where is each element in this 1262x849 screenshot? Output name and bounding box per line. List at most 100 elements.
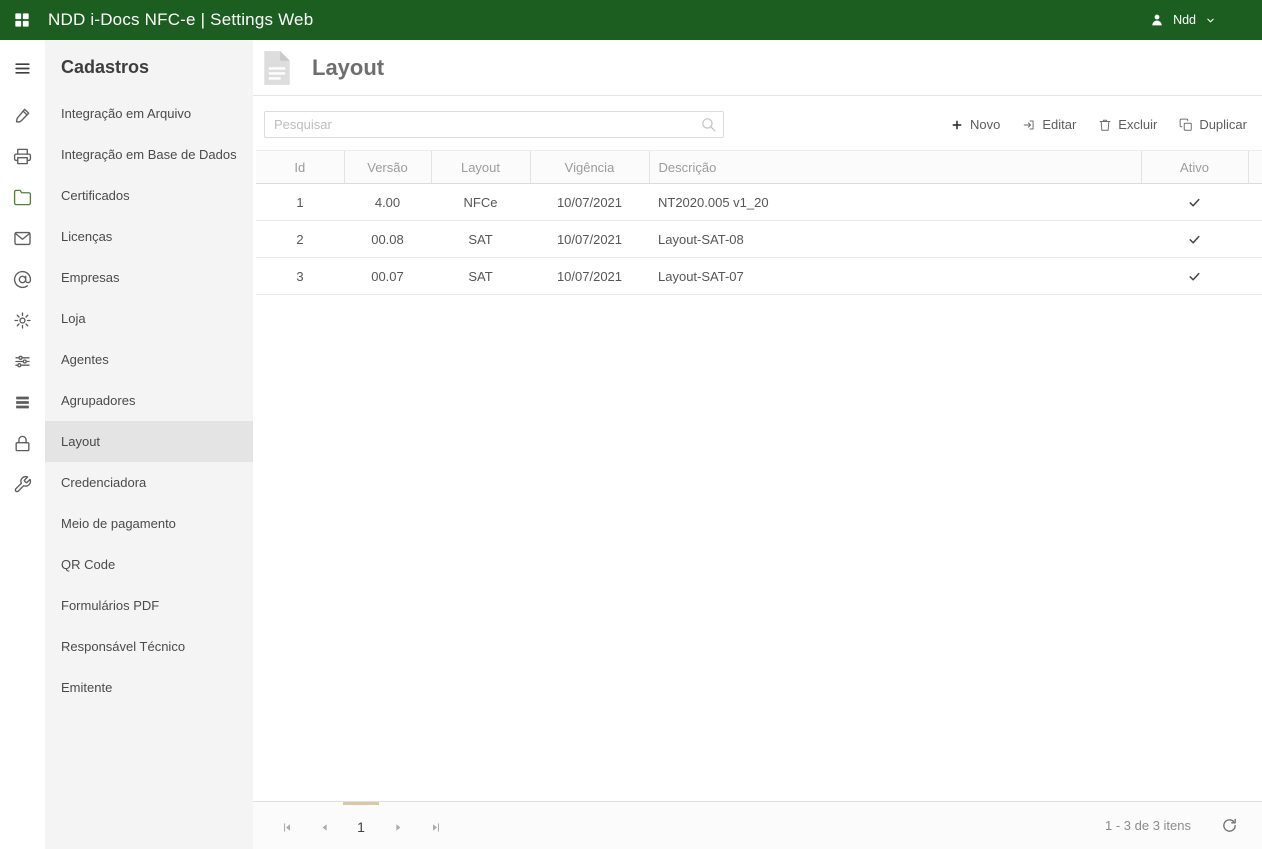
next-page-button[interactable] [379, 802, 417, 849]
sidebar-item-meio-de-pagamento[interactable]: Meio de pagamento [45, 503, 253, 544]
action-buttons: Novo Editar Excluir Duplicar [950, 117, 1247, 132]
cell-filler [1248, 221, 1262, 258]
page-number-button[interactable]: 1 [343, 802, 379, 849]
sidebar-item-qr-code[interactable]: QR Code [45, 544, 253, 585]
cell-filler [1248, 258, 1262, 295]
rail-item-sliders[interactable] [0, 341, 45, 382]
cell-ativo [1141, 221, 1248, 258]
toolbar-button-label: Editar [1042, 117, 1076, 132]
rail-item-mail[interactable] [0, 218, 45, 259]
toolbar-button-edit[interactable]: Editar [1022, 117, 1076, 132]
search-box [264, 111, 724, 138]
chevron-left-icon [317, 820, 332, 835]
sidebar-item-label: Agentes [61, 352, 109, 367]
person-icon [1149, 12, 1165, 28]
sidebar-item-layout[interactable]: Layout [45, 421, 253, 462]
toolbar-button-label: Excluir [1118, 117, 1157, 132]
rail-item-folder[interactable] [0, 177, 45, 218]
search-input[interactable] [264, 111, 724, 138]
prev-page-button[interactable] [305, 802, 343, 849]
last-page-button[interactable] [417, 802, 455, 849]
rail-item-menu[interactable] [0, 48, 45, 89]
sidebar-item-formul-rios-pdf[interactable]: Formulários PDF [45, 585, 253, 626]
main-content: Layout Novo Editar [253, 40, 1262, 849]
user-menu[interactable]: Ndd [1149, 12, 1217, 28]
sliders-icon [13, 352, 32, 371]
check-icon [1187, 195, 1202, 210]
refresh-button[interactable] [1221, 817, 1238, 834]
cell-versao: 00.07 [344, 258, 431, 295]
chevron-down-icon [1204, 14, 1217, 27]
column-header[interactable]: Ativo [1141, 151, 1248, 184]
column-filler [1248, 151, 1262, 184]
table-row[interactable]: 3 00.07 SAT 10/07/2021 Layout-SAT-07 [256, 258, 1262, 295]
sidebar-item-credenciadora[interactable]: Credenciadora [45, 462, 253, 503]
app-title: NDD i-Docs NFC-e | Settings Web [48, 10, 313, 30]
column-header[interactable]: Descrição [649, 151, 1141, 184]
toolbar-button-plus[interactable]: Novo [950, 117, 1000, 132]
mail-icon [13, 229, 32, 248]
sidebar-item-respons-vel-t-cnico[interactable]: Responsável Técnico [45, 626, 253, 667]
sidebar-item-label: Responsável Técnico [61, 639, 185, 654]
sidebar-item-licen-as[interactable]: Licenças [45, 216, 253, 257]
copy-icon [1179, 118, 1193, 132]
printer-icon [13, 147, 32, 166]
refresh-icon [1221, 817, 1238, 834]
cell-descricao: NT2020.005 v1_20 [649, 184, 1141, 221]
at-sign-icon [13, 270, 32, 289]
grid: Id Versão Layout Vigência Descrição Ativ… [253, 150, 1262, 801]
rail-item-wrench[interactable] [0, 464, 45, 505]
search-icon[interactable] [700, 116, 717, 133]
cell-ativo [1141, 258, 1248, 295]
cell-descricao: Layout-SAT-08 [649, 221, 1141, 258]
sidebar-item-integra-o-em-arquivo[interactable]: Integração em Arquivo [45, 93, 253, 134]
page-title: Layout [312, 55, 384, 81]
cell-ativo [1141, 184, 1248, 221]
cell-layout: SAT [431, 258, 530, 295]
cell-id: 1 [256, 184, 344, 221]
plus-icon [950, 118, 964, 132]
sidebar-item-emitente[interactable]: Emitente [45, 667, 253, 708]
rail-item-printer[interactable] [0, 136, 45, 177]
toolbar-button-label: Novo [970, 117, 1000, 132]
sidebar-item-agentes[interactable]: Agentes [45, 339, 253, 380]
sidebar-item-certificados[interactable]: Certificados [45, 175, 253, 216]
column-header[interactable]: Id [256, 151, 344, 184]
column-header[interactable]: Layout [431, 151, 530, 184]
rail-item-layers[interactable] [0, 382, 45, 423]
sidebar-item-loja[interactable]: Loja [45, 298, 253, 339]
wrench-icon [13, 475, 32, 494]
cell-id: 2 [256, 221, 344, 258]
first-page-icon [279, 820, 294, 835]
rail-item-gear[interactable] [0, 300, 45, 341]
toolbar-button-copy[interactable]: Duplicar [1179, 117, 1247, 132]
sidebar-menu: Integração em Arquivo Integração em Base… [45, 93, 253, 708]
pager: 1 1 - 3 de 3 itens [253, 801, 1262, 849]
sidebar-item-empresas[interactable]: Empresas [45, 257, 253, 298]
column-header[interactable]: Versão [344, 151, 431, 184]
apps-grid-button[interactable] [12, 10, 32, 30]
rail-item-brush[interactable] [0, 95, 45, 136]
rail-item-at-sign[interactable] [0, 259, 45, 300]
brush-icon [13, 106, 32, 125]
sidebar-title: Cadastros [45, 40, 253, 93]
cell-versao: 00.08 [344, 221, 431, 258]
table-row[interactable]: 1 4.00 NFCe 10/07/2021 NT2020.005 v1_20 [256, 184, 1262, 221]
cell-layout: SAT [431, 221, 530, 258]
last-page-icon [429, 820, 444, 835]
first-page-button[interactable] [267, 802, 305, 849]
sidebar-item-label: Meio de pagamento [61, 516, 176, 531]
check-icon [1187, 232, 1202, 247]
user-name: Ndd [1173, 13, 1196, 27]
cell-versao: 4.00 [344, 184, 431, 221]
sidebar-item-integra-o-em-base-de-dados[interactable]: Integração em Base de Dados [45, 134, 253, 175]
sidebar-item-label: Emitente [61, 680, 112, 695]
toolbar-button-trash[interactable]: Excluir [1098, 117, 1157, 132]
sidebar-item-agrupadores[interactable]: Agrupadores [45, 380, 253, 421]
grid-body: 1 4.00 NFCe 10/07/2021 NT2020.005 v1_20 [256, 184, 1262, 295]
toolbar: Novo Editar Excluir Duplicar [253, 96, 1262, 150]
column-header[interactable]: Vigência [530, 151, 649, 184]
rail-item-lock[interactable] [0, 423, 45, 464]
layers-icon [13, 393, 32, 412]
table-row[interactable]: 2 00.08 SAT 10/07/2021 Layout-SAT-08 [256, 221, 1262, 258]
